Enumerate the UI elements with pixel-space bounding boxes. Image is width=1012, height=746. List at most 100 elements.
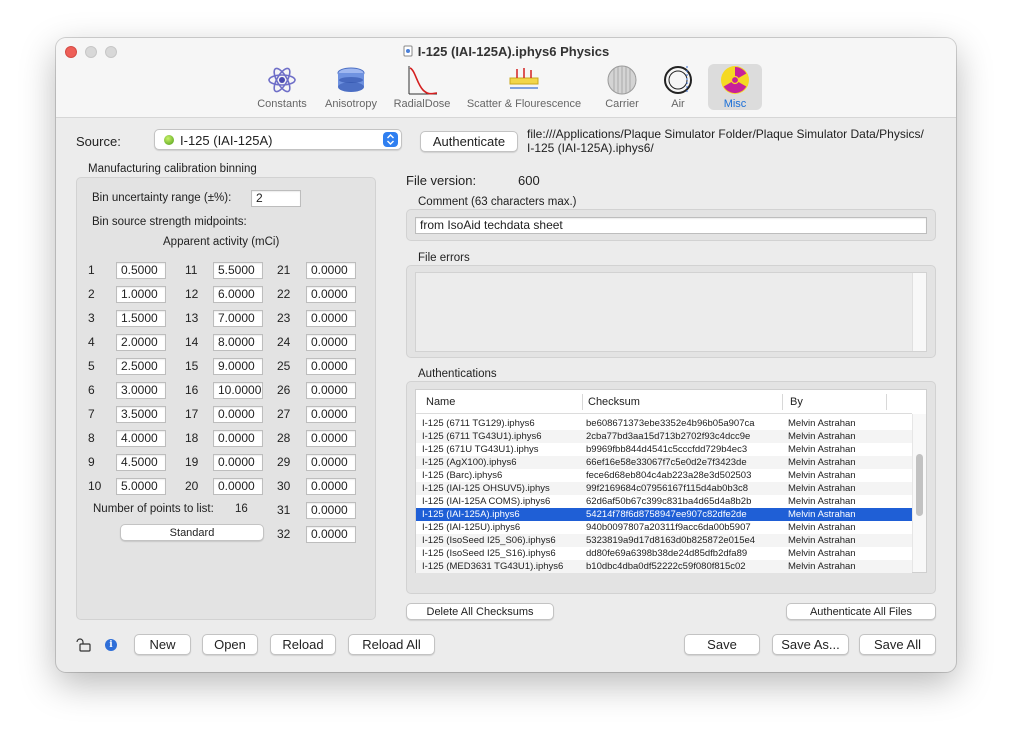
bin-value-input[interactable]: 0.0000	[306, 430, 356, 447]
bin-value-input[interactable]: 3.0000	[116, 382, 166, 399]
column-name[interactable]: Name	[426, 396, 455, 408]
info-icon[interactable]: i	[105, 639, 117, 651]
row-by: Melvin Astrahan	[788, 535, 856, 546]
file-errors-textarea[interactable]	[415, 272, 927, 352]
bin-number: 4	[88, 335, 95, 349]
bin-value-input[interactable]: 9.0000	[213, 358, 263, 375]
bin-value-input[interactable]: 8.0000	[213, 334, 263, 351]
authenticate-button[interactable]: Authenticate	[420, 131, 518, 152]
comment-input[interactable]: from IsoAid techdata sheet	[415, 217, 927, 234]
bin-value-input[interactable]: 3.5000	[116, 406, 166, 423]
bin-number: 20	[185, 479, 199, 493]
table-row[interactable]: I-125 (MED3631 TG43U1).iphys6 b10dbc4dba0…	[416, 560, 912, 573]
bin-value-input[interactable]: 0.0000	[306, 262, 356, 279]
table-row[interactable]: I-125 (6711 TG43U1).iphys6 2cba77bd3aa15d…	[416, 430, 912, 443]
bin-value-input[interactable]: 0.0000	[306, 478, 356, 495]
table-row[interactable]: I-125 (Barc).iphys6 fece6d68eb804c4ab223a…	[416, 469, 912, 482]
bin-value-input[interactable]: 5.0000	[116, 478, 166, 495]
save-as-button[interactable]: Save As...	[772, 634, 849, 655]
source-popup[interactable]: I-125 (IAI-125A)	[154, 129, 402, 150]
bin-value-input[interactable]: 0.0000	[306, 382, 356, 399]
tab-constants[interactable]: Constants	[250, 64, 314, 110]
tab-carrier[interactable]: Carrier	[598, 64, 646, 110]
authenticate-all-files-button[interactable]: Authenticate All Files	[786, 603, 936, 620]
bin-value-input[interactable]: 0.0000	[306, 454, 356, 471]
table-row[interactable]: I-125 (IsoSeed I25_S06).iphys6 5323819a9d…	[416, 534, 912, 547]
table-row[interactable]: I-125 (IsoSeed I25_S16).iphys6 dd80fe69a6…	[416, 547, 912, 560]
row-name: I-125 (6711 TG129).iphys6	[422, 418, 535, 429]
bin-value-input[interactable]: 0.0000	[306, 358, 356, 375]
bin-value-input[interactable]: 10.0000	[213, 382, 263, 399]
bin-value-input[interactable]: 2.0000	[116, 334, 166, 351]
row-by: Melvin Astrahan	[788, 509, 856, 520]
column-separator	[886, 394, 887, 410]
row-checksum: dd80fe69a6398b38de24d85dfb2dfa89	[586, 548, 748, 559]
column-by[interactable]: By	[790, 396, 803, 408]
row-by: Melvin Astrahan	[788, 483, 856, 494]
bin-value-input[interactable]: 0.0000	[306, 310, 356, 327]
table-row[interactable]: I-125 (6711 TG129).iphys6 be608671373ebe3…	[416, 417, 912, 430]
row-name: I-125 (IAI-125A COMS).iphys6	[422, 496, 551, 507]
reload-all-button[interactable]: Reload All	[348, 634, 435, 655]
uncertainty-input[interactable]: 2	[251, 190, 301, 207]
bin-value-input[interactable]: 0.0000	[213, 430, 263, 447]
table-row[interactable]: I-125 (IAI-125 OHSUV5).iphys 99f2169684c0…	[416, 482, 912, 495]
open-button[interactable]: Open	[202, 634, 258, 655]
bin-value-input[interactable]: 5.5000	[213, 262, 263, 279]
bin-number: 18	[185, 431, 199, 445]
column-checksum[interactable]: Checksum	[588, 396, 640, 408]
file-version-label: File version:	[406, 173, 477, 188]
bin-value-input[interactable]: 4.0000	[116, 430, 166, 447]
file-errors-scrollbar[interactable]	[912, 273, 926, 351]
bin-value-input[interactable]: 0.0000	[306, 406, 356, 423]
tab-radial-dose[interactable]: RadialDose	[390, 64, 454, 110]
new-button[interactable]: New	[134, 634, 191, 655]
table-row[interactable]: I-125 (IAI-125A COMS).iphys6 62d6af50b67c…	[416, 495, 912, 508]
tab-scatter-flourescence[interactable]: Scatter & Flourescence	[460, 64, 588, 110]
authentications-table[interactable]: Name Checksum By I-125 (6711 TG129).iphy…	[415, 389, 927, 573]
column-separator	[782, 394, 783, 410]
table-scroll-thumb[interactable]	[916, 454, 923, 516]
tab-anisotropy[interactable]: Anisotropy	[318, 64, 384, 110]
bin-value-input[interactable]: 0.0000	[306, 502, 356, 519]
air-icon	[664, 66, 692, 94]
table-header: Name Checksum By	[416, 390, 912, 414]
row-by: Melvin Astrahan	[788, 522, 856, 533]
bin-value-input[interactable]: 0.0000	[213, 478, 263, 495]
bin-value-input[interactable]: 0.0000	[213, 406, 263, 423]
table-scrollbar[interactable]	[912, 414, 926, 572]
bin-number: 17	[185, 407, 199, 421]
bin-value-input[interactable]: 4.5000	[116, 454, 166, 471]
lock-icon[interactable]	[76, 638, 92, 652]
table-row[interactable]: I-125 (AgX100).iphys6 66ef16e58e33067f7c5…	[416, 456, 912, 469]
save-all-button[interactable]: Save All	[859, 634, 936, 655]
bin-number: 26	[277, 383, 291, 397]
source-path: file:///Applications/Plaque Simulator Fo…	[527, 127, 924, 155]
row-by: Melvin Astrahan	[788, 444, 856, 455]
atom-icon	[268, 67, 296, 93]
bin-value-input[interactable]: 2.5000	[116, 358, 166, 375]
reload-button[interactable]: Reload	[270, 634, 336, 655]
bin-value-input[interactable]: 6.0000	[213, 286, 263, 303]
bin-value-input[interactable]: 1.5000	[116, 310, 166, 327]
delete-all-checksums-button[interactable]: Delete All Checksums	[406, 603, 554, 620]
row-checksum: 99f2169684c07956167f115d4ab0b3c8	[586, 483, 749, 494]
table-row[interactable]: I-125 (IAI-125A).iphys6 54214f78f6d875894…	[416, 508, 912, 521]
comment-label: Comment (63 characters max.)	[418, 196, 577, 208]
table-row[interactable]: I-125 (IAI-125U).iphys6 940b0097807a20311…	[416, 521, 912, 534]
bin-value-input[interactable]: 0.0000	[306, 526, 356, 543]
save-button[interactable]: Save	[684, 634, 760, 655]
row-name: I-125 (6711 TG43U1).iphys6	[422, 431, 542, 442]
standard-button[interactable]: Standard	[120, 524, 264, 541]
tab-air[interactable]: Air	[656, 64, 700, 110]
bin-value-input[interactable]: 0.0000	[213, 454, 263, 471]
table-row[interactable]: I-125 (671U TG43U1).iphys b9969fbb844d454…	[416, 443, 912, 456]
bin-value-input[interactable]: 0.0000	[306, 286, 356, 303]
bin-number: 11	[185, 263, 198, 277]
bin-value-input[interactable]: 1.0000	[116, 286, 166, 303]
tab-misc[interactable]: Misc	[708, 64, 762, 110]
bin-value-input[interactable]: 7.0000	[213, 310, 263, 327]
bin-value-input[interactable]: 0.5000	[116, 262, 166, 279]
bin-value-input[interactable]: 0.0000	[306, 334, 356, 351]
bin-number: 24	[277, 335, 291, 349]
